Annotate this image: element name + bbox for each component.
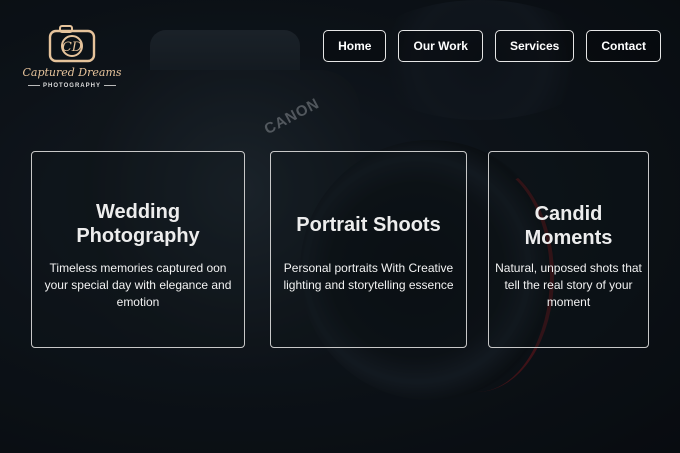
- service-card-wedding[interactable]: Wedding Photography Timeless memories ca…: [31, 151, 245, 348]
- service-card-portrait[interactable]: Portrait Shoots Personal portraits With …: [270, 151, 467, 348]
- card-title: Wedding Photography: [76, 201, 200, 247]
- logo-subtitle: PHOTOGRAPHY: [22, 83, 122, 89]
- main-nav: Home Our Work Services Contact: [323, 30, 661, 62]
- svg-text:CD: CD: [62, 40, 83, 55]
- card-title: Portrait Shoots: [296, 214, 441, 236]
- logo-script-text: Captured Dreams: [22, 66, 122, 79]
- camera-icon: CD: [48, 25, 96, 63]
- service-card-candid[interactable]: Candid Moments Natural, unposed shots th…: [488, 151, 649, 348]
- card-description: Natural, unposed shots that tell the rea…: [495, 261, 642, 309]
- card-description: Personal portraits With Creative lightin…: [283, 261, 454, 292]
- nav-contact-button[interactable]: Contact: [586, 30, 661, 62]
- card-description: Timeless memories captured oon your spec…: [44, 261, 232, 309]
- nav-services-button[interactable]: Services: [494, 30, 575, 62]
- nav-home-button[interactable]: Home: [323, 30, 387, 62]
- site-logo[interactable]: CD Captured Dreams PHOTOGRAPHY: [22, 22, 122, 100]
- nav-our-work-button[interactable]: Our Work: [398, 30, 483, 62]
- card-title: Candid Moments: [524, 203, 613, 249]
